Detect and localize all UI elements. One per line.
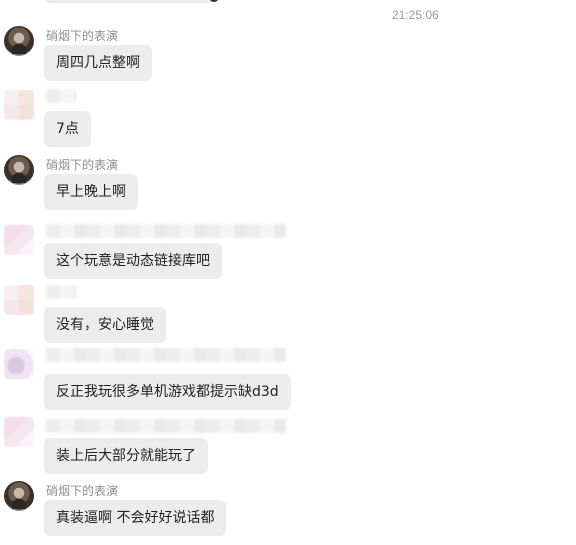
avatar[interactable] xyxy=(4,349,34,379)
avatar[interactable] xyxy=(4,90,34,120)
sender-name-redacted xyxy=(46,89,76,103)
sender-name-redacted xyxy=(46,285,76,299)
sender-name: 硝烟下的表演 xyxy=(46,29,119,43)
message-bubble[interactable]: 真装逼啊 不会好好说话都 xyxy=(44,500,227,536)
sender-name: 硝烟下的表演 xyxy=(46,484,119,498)
avatar[interactable] xyxy=(4,155,34,185)
avatar[interactable] xyxy=(4,225,34,255)
chat-window: 21:25:06 硝烟下的表演 周四几点整啊 7点 硝烟下的表演 早上晚上啊 这… xyxy=(0,0,576,545)
avatar[interactable] xyxy=(4,481,34,511)
message-bubble[interactable]: 7点 xyxy=(44,111,91,147)
message-timestamp: 21:25:06 xyxy=(392,8,439,22)
message-bubble[interactable]: 这个玩意是动态链接库吧 xyxy=(44,243,222,279)
sender-name-redacted xyxy=(46,419,286,433)
avatar[interactable] xyxy=(4,26,34,56)
avatar[interactable] xyxy=(4,285,34,315)
message-bubble[interactable]: 装上后大部分就能玩了 xyxy=(44,438,208,474)
message-bubble[interactable]: 反正我玩很多单机游戏都提示缺d3d xyxy=(44,374,291,410)
sender-name: 硝烟下的表演 xyxy=(46,158,119,172)
message-bubble[interactable]: 早上晚上啊 xyxy=(44,174,138,210)
previous-message-bubble[interactable] xyxy=(44,0,214,3)
sender-name-redacted xyxy=(46,348,286,362)
avatar[interactable] xyxy=(4,417,34,447)
message-bubble[interactable]: 没有，安心睡觉 xyxy=(44,307,166,343)
message-bubble[interactable]: 周四几点整啊 xyxy=(44,45,152,81)
sender-name-redacted xyxy=(46,224,286,238)
